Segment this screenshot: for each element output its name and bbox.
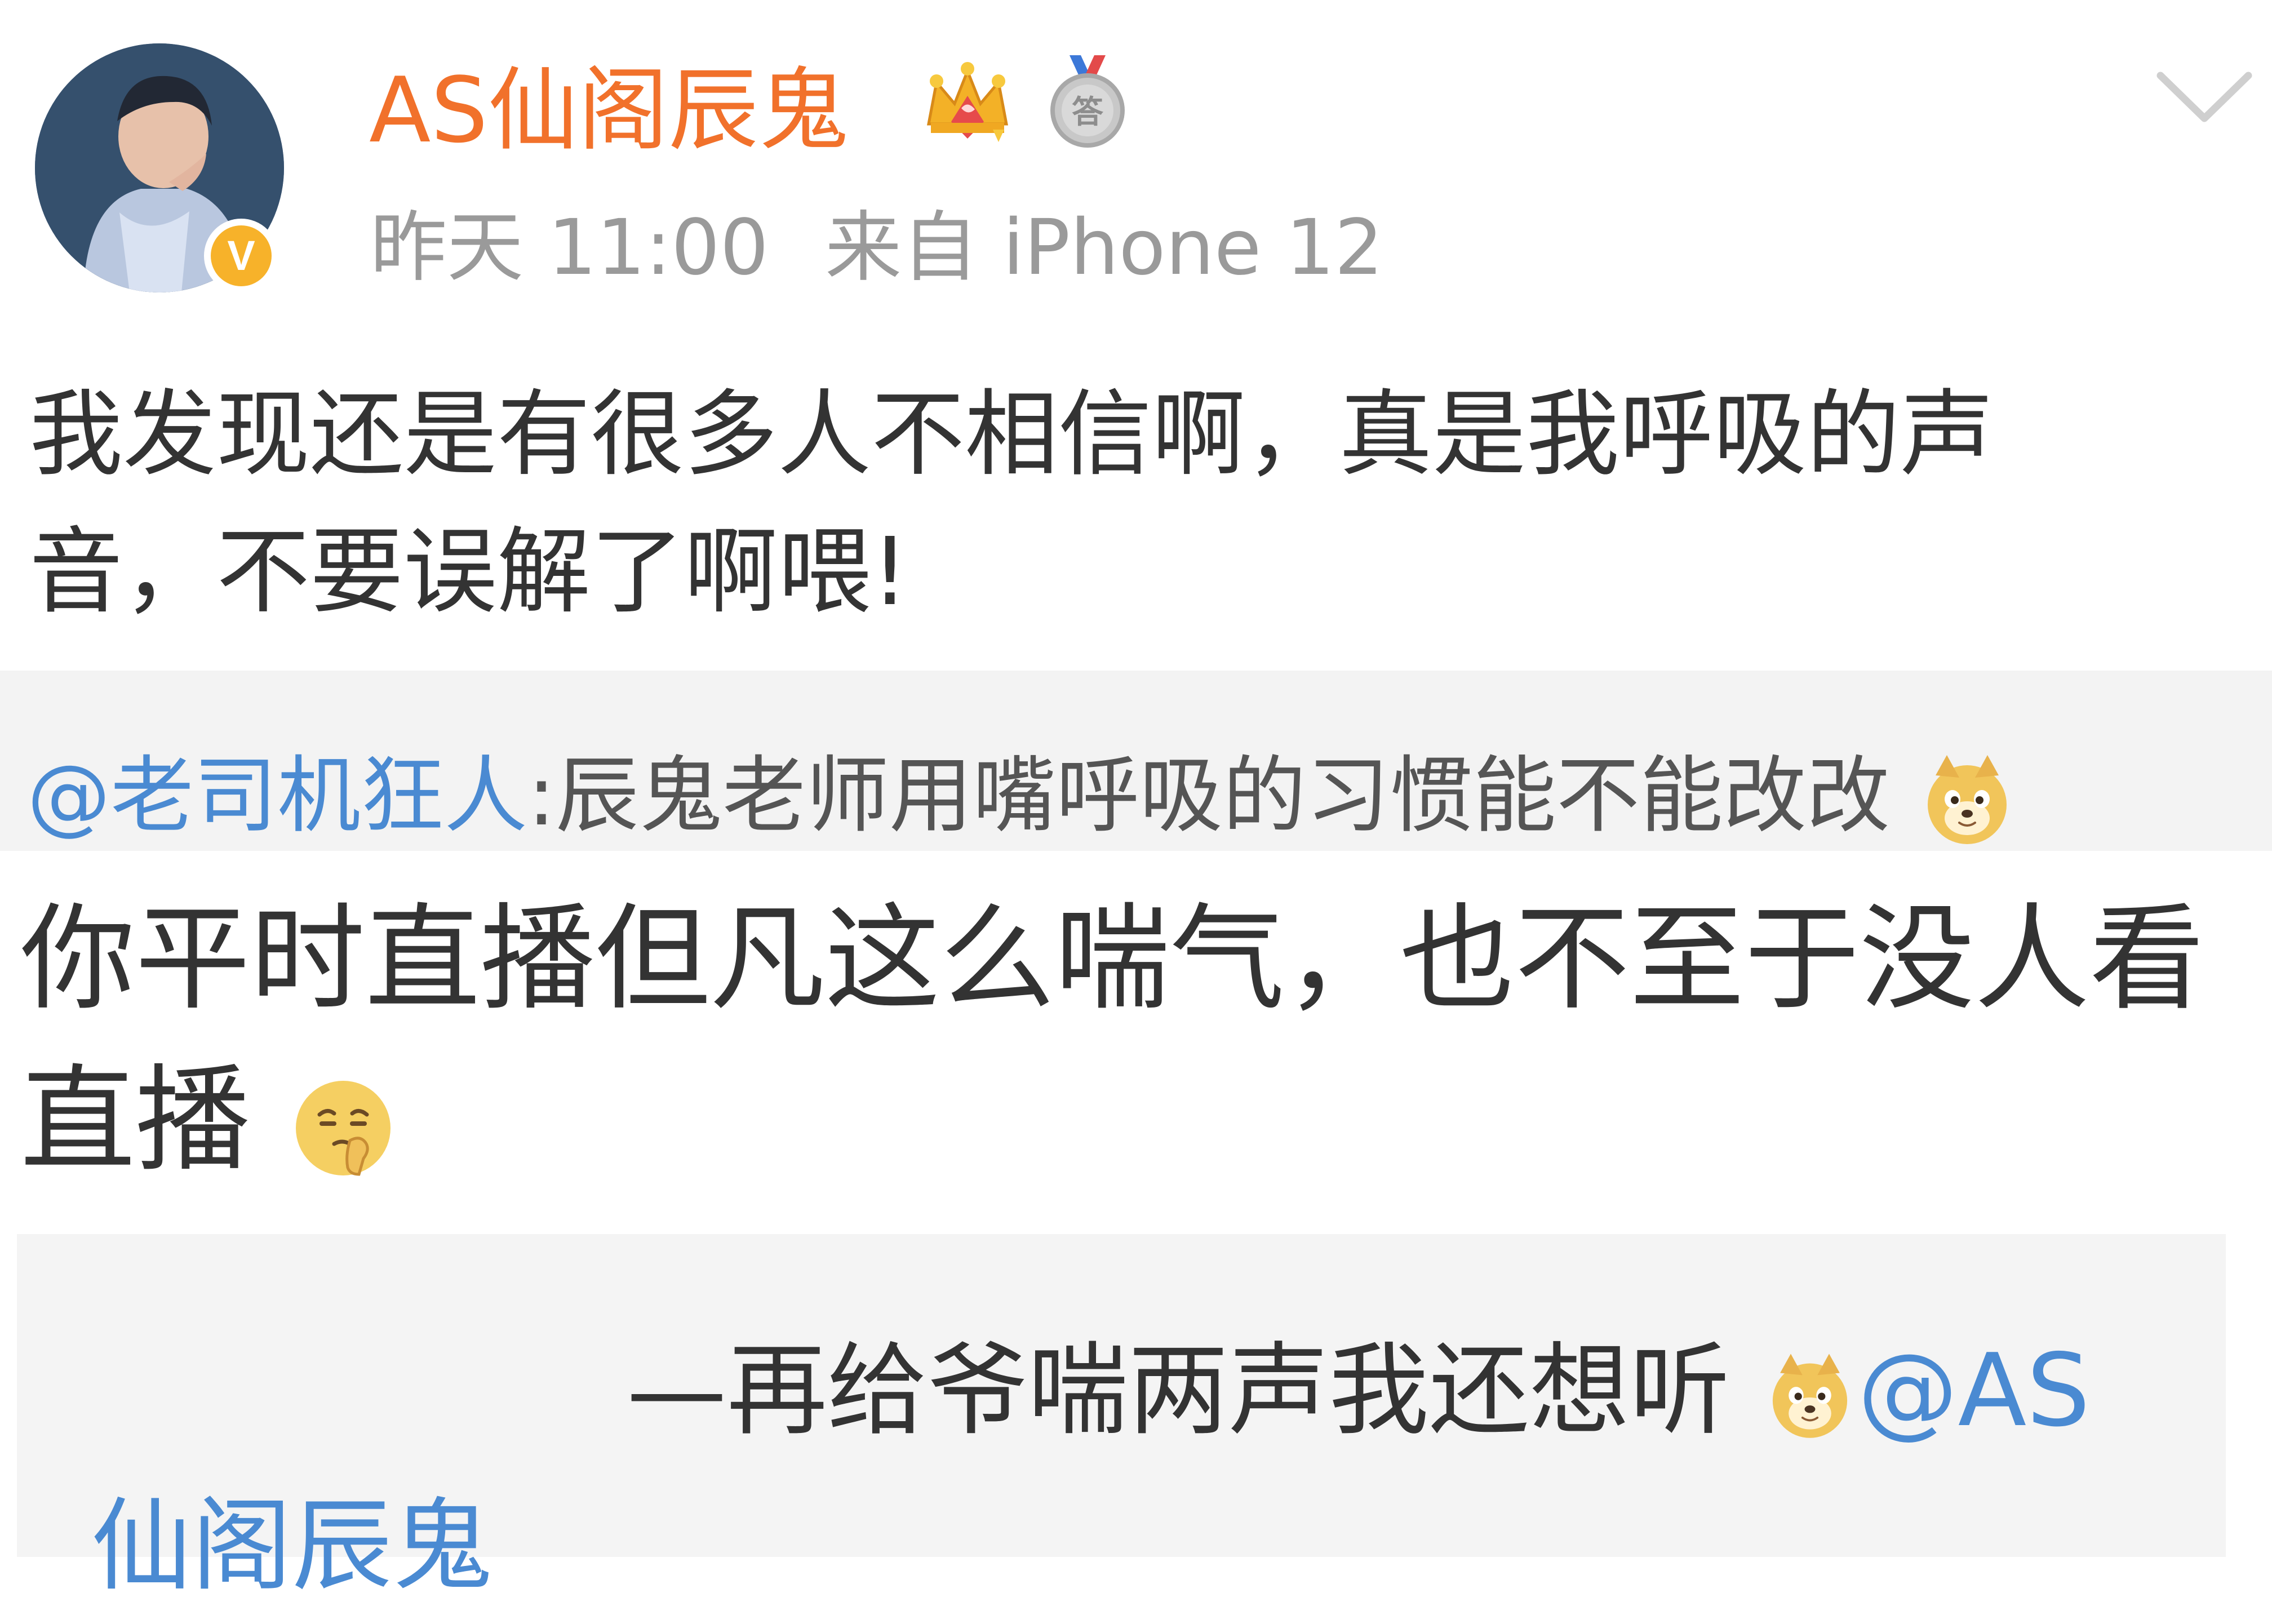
answer-medal-icon: 答: [1050, 55, 1125, 148]
svg-text:答: 答: [1072, 94, 1104, 131]
reply-text: 你平时直播但凡这么喘气，也不至于没人看直播: [20, 879, 2252, 1201]
quote-text: —再给爷喘两声我还想听 @AS仙阁辰鬼: [91, 1313, 2120, 1624]
post-body: 我发现还是有很多人不相信啊，真是我呼吸的声音，不要误解了啊喂!: [29, 380, 1994, 627]
shush-emoji: [295, 1081, 390, 1176]
doge-emoji: [1927, 755, 2007, 845]
post-source[interactable]: 来自 iPhone 12: [825, 203, 1383, 292]
verified-badge: V: [204, 219, 278, 293]
repost-separator: :: [527, 747, 556, 844]
verified-v-badge: V: [227, 232, 255, 279]
post-meta: 昨天 11:00 来自 iPhone 12: [370, 203, 1383, 293]
doge-emoji: [1772, 1354, 1847, 1438]
crown-icon: [926, 62, 1009, 142]
chevron-down-icon[interactable]: [2155, 66, 2254, 130]
post-time: 昨天 11:00: [370, 203, 769, 292]
repost-mention[interactable]: @老司机狂人: [27, 747, 527, 844]
quote-prefix: —: [627, 1332, 727, 1449]
quote-body: 再给爷喘两声我还想听: [727, 1332, 1730, 1449]
username[interactable]: AS仙阁辰鬼: [369, 54, 849, 167]
repost-text: 辰鬼老师用嘴呼吸的习惯能不能改改: [555, 747, 1890, 844]
repost-line: @老司机狂人:辰鬼老师用嘴呼吸的习惯能不能改改: [27, 745, 2018, 852]
